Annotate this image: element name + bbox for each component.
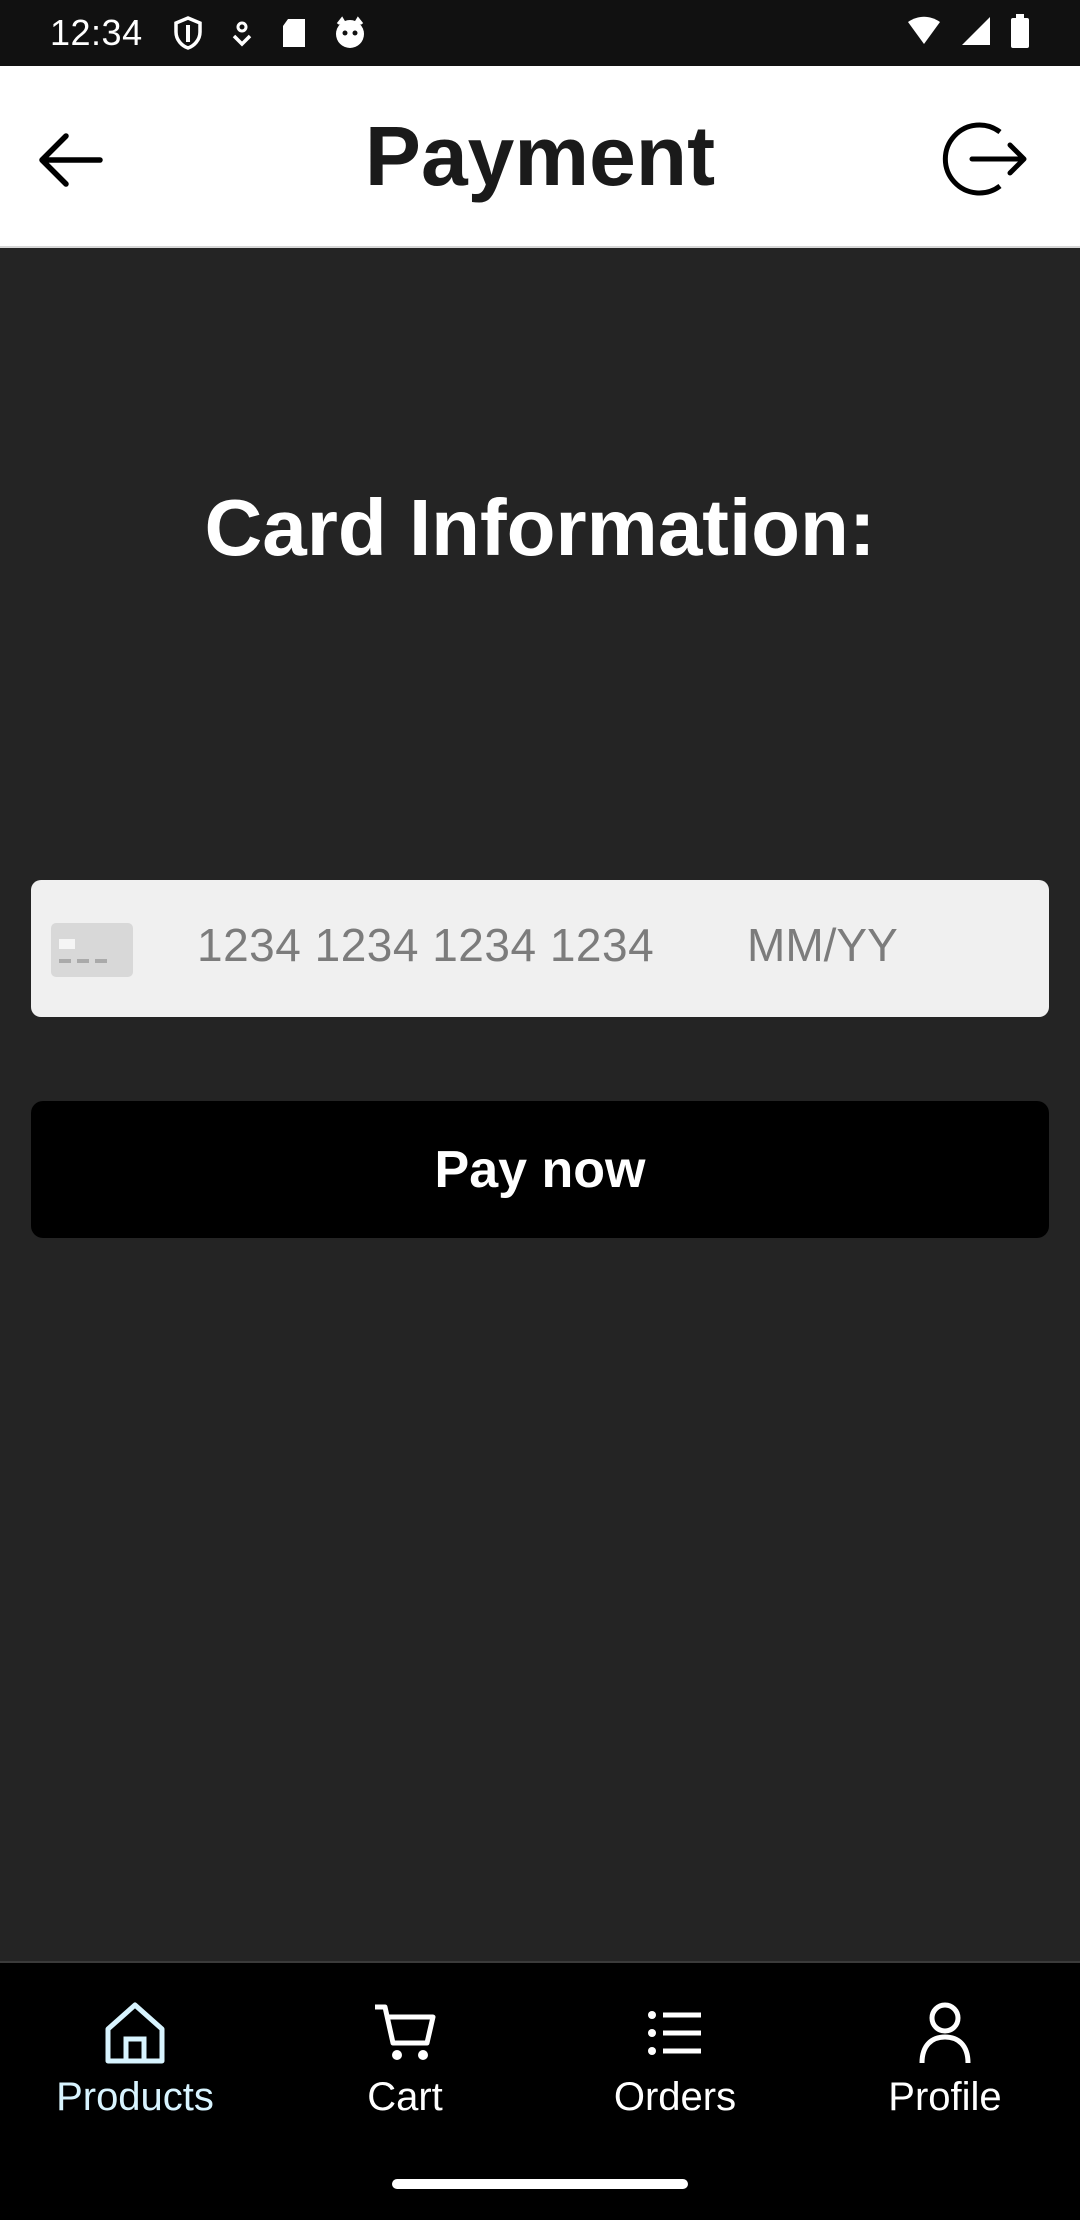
status-left-icons <box>173 16 367 50</box>
credit-card-icon <box>51 923 133 982</box>
card-expiry-input[interactable]: MM/YY <box>747 918 898 972</box>
status-right-icons <box>906 13 1030 53</box>
nav-item-profile[interactable]: Profile <box>810 1963 1080 2153</box>
app-bar: Payment <box>0 66 1080 248</box>
person-icon <box>919 1999 971 2067</box>
nav-label-profile: Profile <box>888 2075 1002 2119</box>
sd-card-icon <box>281 17 307 49</box>
nav-item-cart[interactable]: Cart <box>270 1963 540 2153</box>
status-time: 12:34 <box>50 12 143 53</box>
bottom-navigation: Products Cart Orders Profile <box>0 1961 1080 2153</box>
nav-item-orders[interactable]: Orders <box>540 1963 810 2153</box>
logout-icon <box>942 116 1028 207</box>
shield-icon <box>173 16 203 50</box>
home-gesture-handle[interactable] <box>392 2179 688 2189</box>
wifi-icon <box>906 16 942 51</box>
card-number-input[interactable]: 1234 1234 1234 1234 <box>197 918 654 972</box>
system-gesture-area <box>0 2153 1080 2220</box>
notification-icon <box>229 18 255 48</box>
nav-label-cart: Cart <box>367 2075 443 2119</box>
battery-icon <box>1010 13 1030 53</box>
home-icon <box>104 1999 166 2067</box>
logout-button[interactable] <box>940 116 1030 206</box>
list-icon <box>647 1999 703 2067</box>
nav-label-products: Products <box>56 2075 214 2119</box>
cat-icon <box>333 16 367 50</box>
pay-now-button[interactable]: Pay now <box>31 1101 1049 1238</box>
nav-item-products[interactable]: Products <box>0 1963 270 2153</box>
signal-icon <box>960 15 992 52</box>
page-title: Payment <box>364 109 716 203</box>
payment-content: Card Information: 1234 1234 1234 1234 MM… <box>0 248 1080 1961</box>
nav-label-orders: Orders <box>613 2075 737 2119</box>
status-bar: 12:34 <box>0 0 1080 66</box>
card-information-heading: Card Information: <box>204 483 876 572</box>
cart-icon <box>373 1999 437 2067</box>
card-input-field[interactable]: 1234 1234 1234 1234 MM/YY <box>31 880 1049 1017</box>
